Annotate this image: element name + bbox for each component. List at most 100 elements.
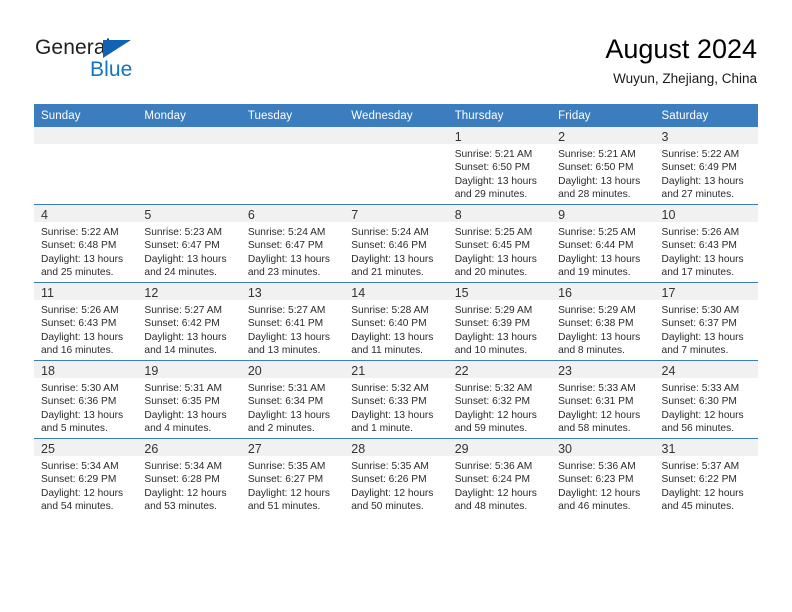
daylight-text: Daylight: 13 hours and 16 minutes. [41,331,124,357]
calendar-day-cell[interactable]: 10 Sunrise: 5:26 AM Sunset: 6:43 PM Dayligh… [654,204,758,283]
sunset-text: Sunset: 6:43 PM [41,318,117,330]
sunset-text: Sunset: 6:50 PM [558,162,634,174]
day-details: Sunrise: 5:34 AM Sunset: 6:28 PM Daylight:… [137,456,240,514]
weekday-header-tuesday: Tuesday [240,104,345,127]
weekday-header-sunday: Sunday [34,104,138,127]
sunrise-text: Sunrise: 5:29 AM [454,305,533,316]
sunrise-text: Sunrise: 5:33 AM [661,383,740,394]
calendar-day-cell[interactable]: 24 Sunrise: 5:33 AM Sunset: 6:30 PM Dayligh… [654,360,758,439]
calendar-day-cell[interactable]: 31 Sunrise: 5:37 AM Sunset: 6:22 PM Dayligh… [654,438,758,516]
calendar-day-cell[interactable]: 12 Sunrise: 5:27 AM Sunset: 6:42 PM Dayligh… [137,282,241,361]
calendar-day-cell[interactable]: 20 Sunrise: 5:31 AM Sunset: 6:34 PM Dayligh… [240,360,345,439]
daylight-text: Daylight: 13 hours and 13 minutes. [247,331,330,357]
calendar-day-cell[interactable]: 14 Sunrise: 5:28 AM Sunset: 6:40 PM Dayligh… [344,282,448,361]
day-number: 14 [344,283,448,300]
sunset-text: Sunset: 6:43 PM [661,240,737,252]
calendar-day-cell[interactable]: 15 Sunrise: 5:29 AM Sunset: 6:39 PM Dayligh… [447,282,552,361]
day-details: Sunrise: 5:24 AM Sunset: 6:46 PM Daylight:… [344,222,447,280]
sunrise-text: Sunrise: 5:32 AM [351,383,429,394]
sunset-text: Sunset: 6:29 PM [41,474,117,486]
calendar-week-row: 18 Sunrise: 5:30 AM Sunset: 6:36 PM Dayligh… [34,360,758,439]
calendar-day-cell[interactable]: 21 Sunrise: 5:32 AM Sunset: 6:33 PM Dayligh… [344,360,448,439]
day-number: 13 [240,283,345,300]
sunrise-text: Sunrise: 5:33 AM [558,383,636,394]
calendar-day-cell-empty [240,127,345,205]
day-details: Sunrise: 5:32 AM Sunset: 6:33 PM Daylight:… [344,378,447,436]
calendar-day-cell[interactable]: 22 Sunrise: 5:32 AM Sunset: 6:32 PM Dayligh… [447,360,552,439]
calendar-day-cell[interactable]: 8 Sunrise: 5:25 AM Sunset: 6:45 PM Daylight… [447,204,552,283]
sunrise-text: Sunrise: 5:35 AM [351,461,429,472]
calendar-header-row: Sunday Monday Tuesday Wednesday Thursday… [34,104,758,127]
daylight-text: Daylight: 12 hours and 46 minutes. [558,487,641,513]
calendar-week-row: 25 Sunrise: 5:34 AM Sunset: 6:29 PM Dayligh… [34,438,758,516]
calendar-day-cell[interactable]: 4 Sunrise: 5:22 AM Sunset: 6:48 PM Daylight… [34,204,138,283]
sunset-text: Sunset: 6:27 PM [247,474,324,486]
day-number: 28 [344,439,448,456]
day-details: Sunrise: 5:34 AM Sunset: 6:29 PM Daylight:… [34,456,137,514]
calendar-body: 1 Sunrise: 5:21 AM Sunset: 6:50 PM Daylight… [34,127,758,516]
sunset-text: Sunset: 6:45 PM [454,240,531,252]
day-number: 30 [551,439,655,456]
calendar-day-cell[interactable]: 17 Sunrise: 5:30 AM Sunset: 6:37 PM Dayligh… [654,282,758,361]
day-details: Sunrise: 5:26 AM Sunset: 6:43 PM Daylight:… [34,300,137,358]
calendar-day-cell[interactable]: 27 Sunrise: 5:35 AM Sunset: 6:27 PM Dayligh… [240,438,345,516]
sunrise-text: Sunrise: 5:28 AM [351,305,429,316]
daylight-text: Daylight: 12 hours and 56 minutes. [661,409,744,435]
daylight-text: Daylight: 13 hours and 24 minutes. [144,253,227,279]
calendar-day-cell[interactable]: 11 Sunrise: 5:26 AM Sunset: 6:43 PM Dayligh… [34,282,138,361]
sunset-text: Sunset: 6:24 PM [454,474,531,486]
day-details: Sunrise: 5:29 AM Sunset: 6:38 PM Daylight:… [551,300,654,358]
calendar-day-cell[interactable]: 28 Sunrise: 5:35 AM Sunset: 6:26 PM Dayligh… [344,438,448,516]
sunset-text: Sunset: 6:50 PM [454,162,531,174]
daylight-text: Daylight: 13 hours and 1 minute. [351,409,434,435]
daylight-text: Daylight: 12 hours and 53 minutes. [144,487,227,513]
sunset-text: Sunset: 6:35 PM [144,396,220,408]
calendar-day-cell[interactable]: 23 Sunrise: 5:33 AM Sunset: 6:31 PM Dayligh… [551,360,655,439]
calendar-day-cell[interactable]: 13 Sunrise: 5:27 AM Sunset: 6:41 PM Dayligh… [240,282,345,361]
calendar-day-cell[interactable]: 6 Sunrise: 5:24 AM Sunset: 6:47 PM Daylight… [240,204,345,283]
day-number: 26 [137,439,241,456]
day-number: 25 [34,439,138,456]
calendar-table: Sunday Monday Tuesday Wednesday Thursday… [34,104,758,516]
calendar-day-cell[interactable]: 19 Sunrise: 5:31 AM Sunset: 6:35 PM Dayligh… [137,360,241,439]
daylight-text: Daylight: 12 hours and 54 minutes. [41,487,124,513]
calendar-week-row: 1 Sunrise: 5:21 AM Sunset: 6:50 PM Daylight… [34,127,758,205]
logo-text-blue: Blue [90,58,133,81]
sunrise-text: Sunrise: 5:36 AM [558,461,636,472]
day-details: Sunrise: 5:35 AM Sunset: 6:26 PM Daylight:… [344,456,447,514]
calendar-day-cell[interactable]: 9 Sunrise: 5:25 AM Sunset: 6:44 PM Daylight… [551,204,655,283]
calendar-day-cell[interactable]: 1 Sunrise: 5:21 AM Sunset: 6:50 PM Daylight… [447,127,552,205]
daylight-text: Daylight: 12 hours and 45 minutes. [661,487,744,513]
day-details: Sunrise: 5:21 AM Sunset: 6:50 PM Daylight:… [551,144,654,202]
sunrise-text: Sunrise: 5:25 AM [454,227,533,238]
sunset-text: Sunset: 6:36 PM [41,396,117,408]
daylight-text: Daylight: 13 hours and 5 minutes. [41,409,124,435]
calendar-day-cell[interactable]: 29 Sunrise: 5:36 AM Sunset: 6:24 PM Dayligh… [447,438,552,516]
daylight-text: Daylight: 12 hours and 59 minutes. [454,409,537,435]
calendar-day-cell[interactable]: 2 Sunrise: 5:21 AM Sunset: 6:50 PM Daylight… [551,127,655,205]
day-number: 9 [551,205,655,222]
calendar-day-cell[interactable]: 7 Sunrise: 5:24 AM Sunset: 6:46 PM Daylight… [344,204,448,283]
calendar-day-cell[interactable]: 26 Sunrise: 5:34 AM Sunset: 6:28 PM Dayligh… [137,438,241,516]
daylight-text: Daylight: 12 hours and 48 minutes. [454,487,537,513]
day-details: Sunrise: 5:23 AM Sunset: 6:47 PM Daylight:… [137,222,240,280]
calendar-day-cell[interactable]: 25 Sunrise: 5:34 AM Sunset: 6:29 PM Dayligh… [34,438,138,516]
sunset-text: Sunset: 6:48 PM [41,240,117,252]
sunrise-text: Sunrise: 5:34 AM [41,461,119,472]
day-number: 15 [447,283,552,300]
day-number: 27 [240,439,345,456]
calendar-day-cell[interactable]: 30 Sunrise: 5:36 AM Sunset: 6:23 PM Dayligh… [551,438,655,516]
day-details: Sunrise: 5:33 AM Sunset: 6:31 PM Daylight:… [551,378,654,436]
calendar-day-cell-empty [344,127,448,205]
general-blue-logo[interactable]: General Blue [35,36,255,88]
sunset-text: Sunset: 6:46 PM [351,240,427,252]
daylight-text: Daylight: 12 hours and 51 minutes. [247,487,330,513]
daylight-text: Daylight: 13 hours and 27 minutes. [661,175,744,201]
day-number: 19 [137,361,241,378]
calendar-day-cell[interactable]: 5 Sunrise: 5:23 AM Sunset: 6:47 PM Daylight… [137,204,241,283]
calendar-day-cell[interactable]: 16 Sunrise: 5:29 AM Sunset: 6:38 PM Dayligh… [551,282,655,361]
calendar-day-cell[interactable]: 3 Sunrise: 5:22 AM Sunset: 6:49 PM Daylight… [654,127,758,205]
sunrise-text: Sunrise: 5:24 AM [247,227,326,238]
calendar-day-cell[interactable]: 18 Sunrise: 5:30 AM Sunset: 6:36 PM Dayligh… [34,360,138,439]
day-number: 22 [447,361,552,378]
